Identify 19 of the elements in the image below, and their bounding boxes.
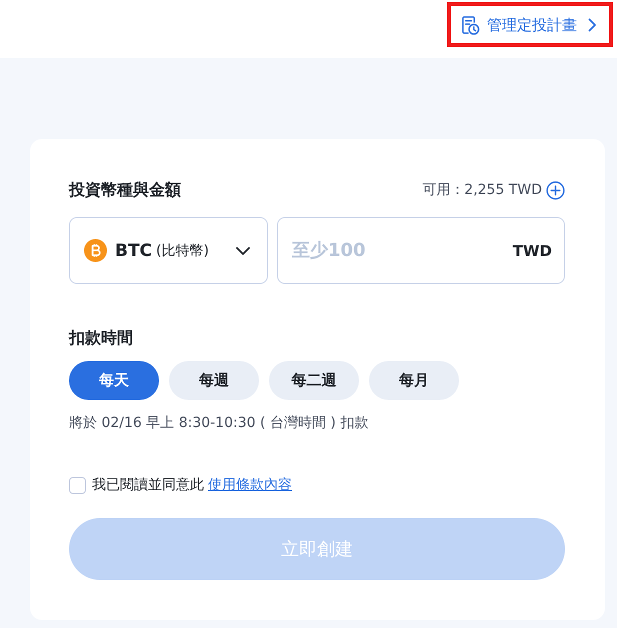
coin-select[interactable]: BTC (比特幣)	[69, 217, 268, 284]
chevron-right-icon	[588, 18, 597, 32]
frequency-tab[interactable]: 每週	[169, 361, 259, 400]
available-balance: 可用：2,255 TWD	[422, 181, 542, 199]
section-title: 扣款時間	[69, 327, 133, 349]
agreement-text: 我已閱讀並同意此	[92, 476, 204, 494]
frequency-tab[interactable]: 每月	[369, 361, 459, 400]
frequency-tab[interactable]: 每二週	[269, 361, 359, 400]
chevron-down-icon	[236, 246, 250, 254]
section-title: 投資幣種與金額	[69, 179, 181, 201]
frequency-tab[interactable]: 每天	[69, 361, 159, 400]
document-clock-icon	[461, 14, 480, 36]
agree-checkbox[interactable]	[69, 476, 86, 494]
terms-link[interactable]: 使用條款內容	[208, 476, 292, 494]
plus-circle-icon[interactable]	[546, 180, 565, 200]
debit-time-note: 將於 02/16 早上 8:30-10:30 ( 台灣時間 ) 扣款	[69, 414, 368, 433]
currency-unit: TWD	[512, 242, 552, 260]
bitcoin-icon	[84, 239, 107, 262]
manage-plan-link[interactable]: 管理定投計畫	[461, 11, 597, 39]
